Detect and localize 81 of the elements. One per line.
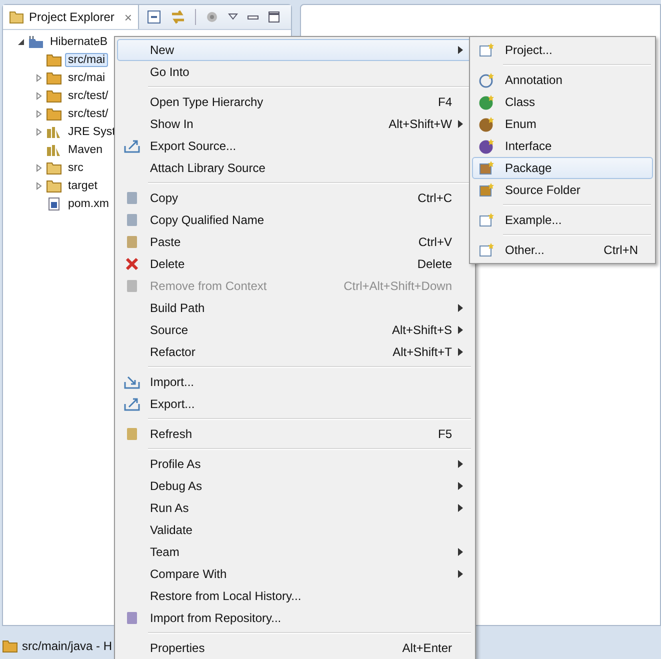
tree-item[interactable]: src/test/ [65,89,112,103]
menu-item[interactable]: Interface [472,135,653,157]
menu-item[interactable]: Source Folder [472,179,653,201]
tree-item[interactable]: src [65,161,86,175]
package-icon [479,160,495,176]
tree-item[interactable]: HibernateB [47,35,111,49]
menu-item[interactable]: Compare With [117,563,473,585]
interface-icon [479,138,495,154]
menu-item[interactable]: Restore from Local History... [117,585,473,607]
folder-icon [46,179,62,193]
menu-item[interactable]: Project... [472,39,653,61]
expand-arrow-icon[interactable] [35,110,43,118]
menu-item[interactable]: Class [472,91,653,113]
menu-item[interactable]: Build Path [117,297,473,319]
menu-item[interactable]: Source Alt+Shift+S [117,319,473,341]
collapse-all-icon[interactable] [146,10,161,24]
menu-item[interactable]: Debug As [117,475,473,497]
wizard-icon [479,212,495,228]
export-icon [124,138,140,154]
annotation-icon [479,72,495,88]
package-folder-icon [2,639,18,653]
menu-item[interactable]: Other... Ctrl+N [472,239,653,261]
menu-item[interactable]: Import from Repository... [117,607,473,629]
menu-item[interactable]: Enum [472,113,653,135]
library-icon [46,143,62,157]
library-icon [46,125,62,139]
enum-icon [479,116,495,132]
tree-item[interactable]: src/mai [65,71,108,85]
source-folder-icon [479,182,495,198]
menu-item[interactable]: Copy Ctrl+C [117,187,473,209]
menu-item[interactable]: Refresh F5 [117,423,473,445]
menu-item[interactable]: Export Source... [117,135,473,157]
menu-item[interactable]: Profile As [117,453,473,475]
link-icon[interactable] [170,9,186,25]
tree-item[interactable]: src/mai [65,53,108,67]
menu-item[interactable]: Annotation [472,69,653,91]
wizard-icon [479,42,495,58]
folders-icon [9,10,25,24]
menu-item[interactable]: Attach Library Source [117,157,473,179]
menu-item[interactable]: Refactor Alt+Shift+T [117,341,473,363]
class-icon [479,94,495,110]
folder-icon [46,161,62,175]
menu-item[interactable]: Team [117,541,473,563]
delete-icon [124,256,140,272]
tree-item[interactable]: target [65,179,100,193]
export-icon [124,396,140,412]
menu-item[interactable]: Export... [117,393,473,415]
view-tab[interactable]: Project Explorer × [3,5,139,29]
expand-arrow-icon[interactable] [35,128,43,136]
menu-item[interactable]: Validate [117,519,473,541]
collapse-arrow-icon[interactable] [17,38,25,46]
tree-item[interactable]: src/test/ [65,107,112,121]
maximize-icon[interactable] [268,11,280,23]
menu-item[interactable]: Open Type Hierarchy F4 [117,91,473,113]
menu-item[interactable]: Example... [472,209,653,231]
project-icon [28,35,44,49]
package-folder-icon [46,107,62,121]
menu-item[interactable]: Delete Delete [117,253,473,275]
status-text: src/main/java - H [22,639,112,653]
wizard-icon [479,242,495,258]
menu-item[interactable]: Properties Alt+Enter [117,637,473,659]
dropdown-icon[interactable] [228,13,238,21]
menu-item[interactable]: Copy Qualified Name [117,209,473,231]
close-button[interactable]: × [124,10,132,24]
expand-arrow-icon[interactable] [35,74,43,82]
menu-item[interactable]: Run As [117,497,473,519]
maven-file-icon [46,197,62,211]
menu-item[interactable]: Go Into [117,61,473,83]
expand-arrow-icon[interactable] [35,92,43,100]
menu-item[interactable]: Package [472,157,653,179]
expand-arrow-icon[interactable] [35,164,43,172]
package-folder-icon [46,53,62,67]
menu-item[interactable]: Show In Alt+Shift+W [117,113,473,135]
tree-item[interactable]: Maven [65,143,106,157]
menu-item[interactable]: Import... [117,371,473,393]
menu-item[interactable]: Paste Ctrl+V [117,231,473,253]
tree-item[interactable]: pom.xm [65,197,112,211]
import-icon [124,374,140,390]
expand-arrow-icon[interactable] [35,182,43,190]
package-folder-icon [46,89,62,103]
package-folder-icon [46,71,62,85]
